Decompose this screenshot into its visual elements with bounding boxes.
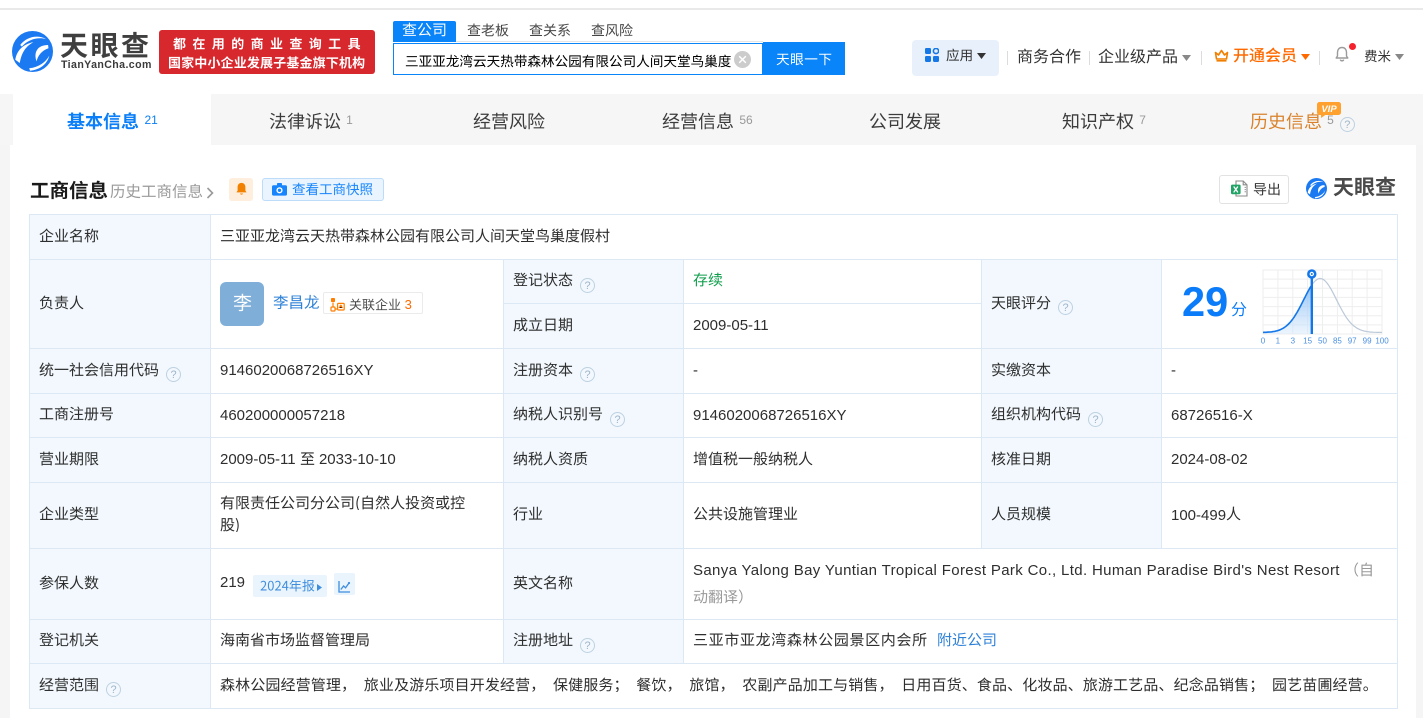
svg-text:99: 99: [1363, 337, 1372, 346]
svg-text:50: 50: [1318, 337, 1327, 346]
svg-text:85: 85: [1333, 337, 1342, 346]
svg-text:3: 3: [1291, 337, 1296, 346]
svg-text:97: 97: [1348, 337, 1357, 346]
svg-text:100: 100: [1375, 337, 1389, 346]
svg-text:1: 1: [1276, 337, 1281, 346]
svg-text:15: 15: [1303, 337, 1312, 346]
svg-text:0: 0: [1261, 337, 1266, 346]
